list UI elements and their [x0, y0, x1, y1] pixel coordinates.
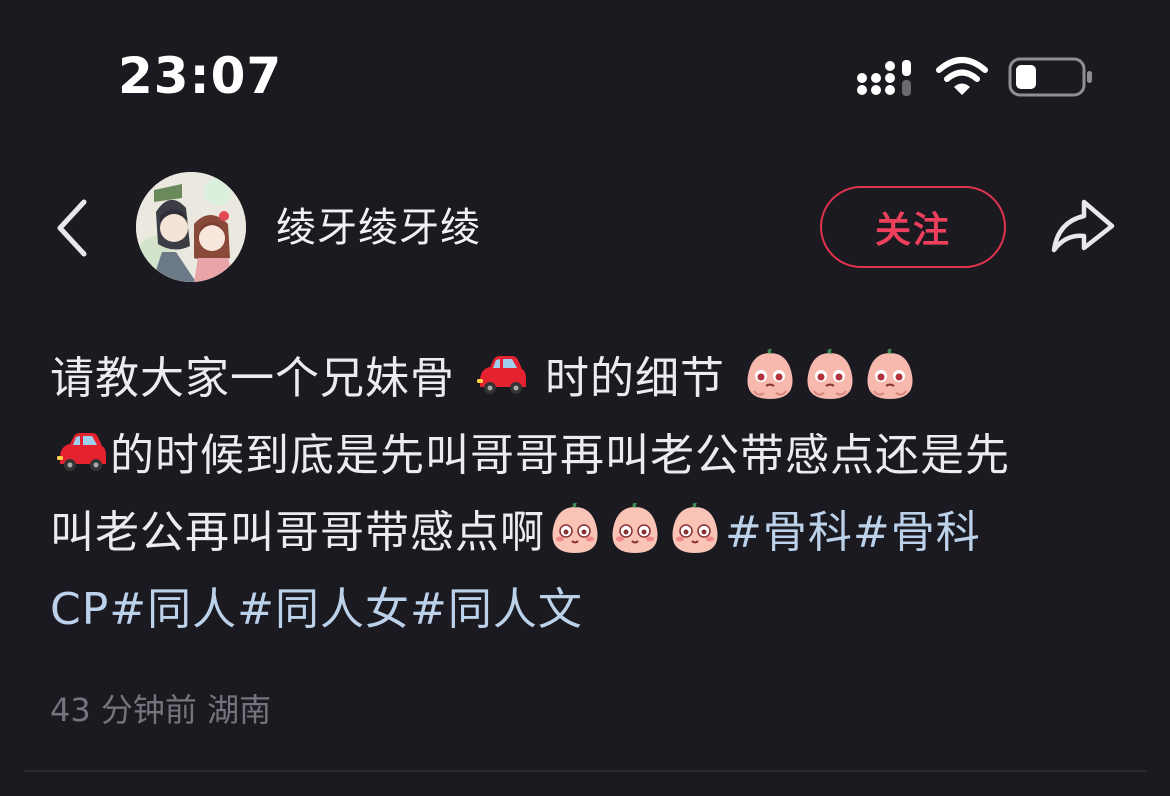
- pink-blushing-face-emoji-icon: [747, 348, 793, 399]
- post-text: 时的细节: [545, 353, 725, 404]
- cellular-signal-icon: [857, 60, 911, 96]
- red-car-emoji-icon: [57, 433, 106, 471]
- pink-shy-face-emoji-icon: [612, 502, 658, 553]
- red-car-emoji-icon: [477, 356, 526, 394]
- battery-icon: [1008, 57, 1092, 97]
- status-time: 23:07: [118, 47, 283, 105]
- hashtag-link[interactable]: CP: [50, 584, 109, 635]
- post-detail-screen: 23:07 绫牙绫牙绫 关注 请教大家一个兄妹骨 时的细节 的时候到底是先叫哥哥…: [0, 0, 1170, 796]
- divider: [24, 770, 1146, 772]
- avatar[interactable]: [136, 172, 246, 282]
- avatar-illustration: [136, 172, 246, 282]
- pink-shy-face-emoji-icon: [672, 502, 718, 553]
- post-line-2: 的时候到底是先叫哥哥再叫老公带感点还是先: [50, 417, 1130, 494]
- wifi-icon: [936, 57, 988, 95]
- post-line-1: 请教大家一个兄妹骨 时的细节: [50, 340, 1130, 417]
- post-content: 请教大家一个兄妹骨 时的细节 的时候到底是先叫哥哥再叫老公带感点还是先 叫老公再…: [50, 340, 1130, 648]
- username[interactable]: 绫牙绫牙绫: [276, 202, 481, 254]
- post-location: 湖南: [207, 691, 272, 729]
- post-line-4: CP#同人#同人女#同人文: [50, 571, 1130, 648]
- hashtag-link[interactable]: #同人文: [410, 584, 583, 635]
- pink-shy-face-emoji-icon: [552, 502, 598, 553]
- pink-blushing-face-emoji-icon: [807, 348, 853, 399]
- post-text: 的时候到底是先叫哥哥再叫老公带感点还是先: [110, 430, 1010, 481]
- post-meta: 43 分钟前 湖南: [50, 688, 271, 732]
- post-text: 请教大家一个兄妹骨: [50, 353, 455, 404]
- back-chevron-icon[interactable]: [48, 196, 98, 260]
- pink-blushing-face-emoji-icon: [867, 348, 913, 399]
- hashtag-link[interactable]: #骨科: [853, 507, 981, 558]
- hashtag-link[interactable]: #同人: [109, 584, 237, 635]
- post-text: 叫老公再叫哥哥带感点啊: [50, 507, 545, 558]
- post-line-3: 叫老公再叫哥哥带感点啊 #骨科#骨科: [50, 494, 1130, 571]
- hashtag-link[interactable]: #同人女: [237, 584, 410, 635]
- hashtag-link[interactable]: #骨科: [725, 507, 853, 558]
- post-time-ago: 43 分钟前: [50, 691, 197, 729]
- share-arrow-icon[interactable]: [1048, 192, 1118, 262]
- follow-button[interactable]: 关注: [820, 186, 1006, 268]
